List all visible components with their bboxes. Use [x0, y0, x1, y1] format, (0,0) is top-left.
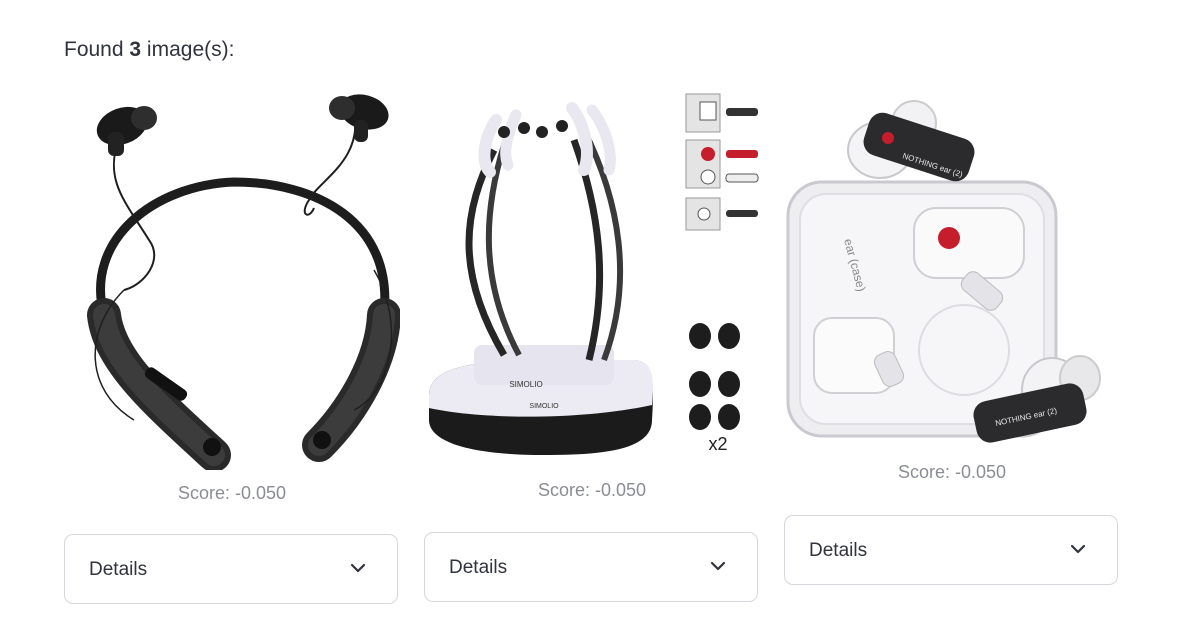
result-card-2: SIMOLIO SIMOLIO x2 Score: -0.050	[424, 90, 760, 503]
neckband-earphones-image	[87, 94, 400, 470]
chevron-down-icon	[350, 563, 366, 573]
result-card-3: ear (case) NOTHING ear (2) NOTHING ear (…	[784, 90, 1120, 485]
result-image-1	[64, 90, 400, 470]
details-label-2: Details	[449, 557, 508, 578]
result-image-3: ear (case) NOTHING ear (2) NOTHING ear (…	[784, 90, 1120, 445]
details-expander-1[interactable]: Details	[64, 534, 398, 604]
base-brand-text: SIMOLIO	[529, 403, 559, 410]
score-text-3: Score: -0.050	[897, 462, 1007, 482]
found-count: 3	[129, 38, 142, 61]
score-text-1: Score: -0.050	[177, 483, 287, 503]
found-count-text: Found 3 image(s):	[64, 36, 234, 64]
details-label-1: Details	[89, 559, 148, 580]
details-label-3: Details	[809, 540, 868, 561]
results-page: Found 3 image(s): Score: -0.050 Details …	[0, 0, 1177, 631]
result-card-1: Score: -0.050	[64, 90, 400, 506]
result-image-2: SIMOLIO SIMOLIO x2	[424, 90, 760, 465]
chevron-down-icon	[710, 561, 726, 571]
stand-brand-text: SIMOLIO	[509, 380, 542, 389]
details-expander-3[interactable]: Details	[784, 515, 1118, 585]
found-suffix: image(s):	[146, 38, 235, 61]
transparent-earbuds-image: ear (case) NOTHING ear (2) NOTHING ear (…	[786, 100, 1101, 443]
score-text-2: Score: -0.050	[537, 480, 647, 500]
tv-headphones-image: SIMOLIO SIMOLIO x2	[429, 93, 759, 455]
chevron-down-icon	[1070, 544, 1086, 554]
details-expander-2[interactable]: Details	[424, 532, 758, 602]
found-prefix: Found	[64, 38, 124, 61]
accessory-quantity-label: x2	[708, 434, 727, 454]
